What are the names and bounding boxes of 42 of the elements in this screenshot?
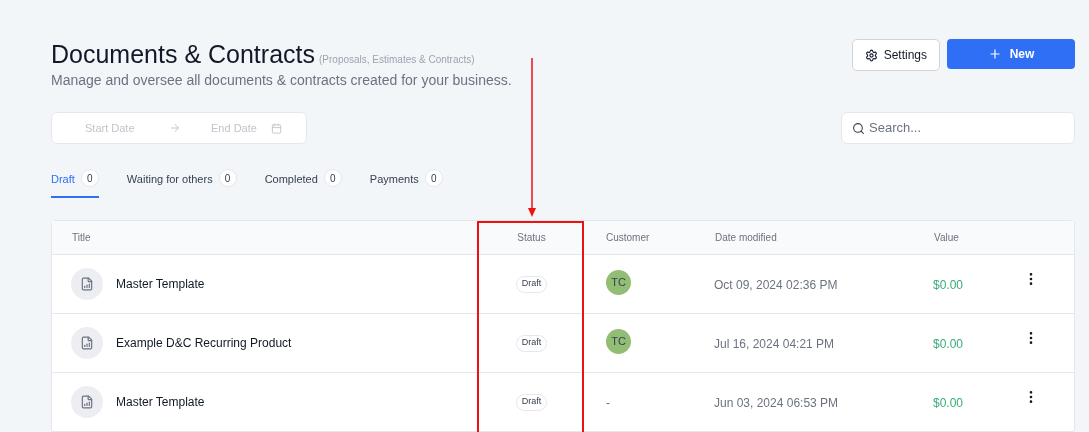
document-title[interactable]: Example D&C Recurring Product (116, 334, 292, 352)
settings-icon (864, 48, 878, 62)
search-icon (852, 121, 865, 135)
customer-avatar: TC (606, 269, 631, 295)
tab[interactable]: Waiting for others 0 (126, 171, 237, 198)
tab[interactable]: Draft 0 (51, 171, 99, 198)
tab-count: 0 (424, 169, 443, 187)
plus-icon (987, 47, 1002, 61)
date-modified: Jun 03, 2024 06:53 PM (714, 396, 839, 410)
page-description: Manage and oversee all documents & contracts created for your business. (51, 71, 512, 90)
calendar-icon (270, 122, 282, 134)
document-icon (71, 386, 103, 418)
search-input[interactable]: Search... (869, 118, 1064, 138)
document-title[interactable]: Master Template (116, 393, 205, 411)
column-header: Status (517, 232, 546, 243)
end-date-placeholder: End Date (211, 120, 257, 136)
column-header: Title (72, 232, 91, 243)
column-header: Value (934, 232, 959, 243)
document-value: $0.00 (933, 278, 964, 292)
search-field[interactable]: Search... (841, 112, 1075, 144)
column-header: Date modified (715, 232, 777, 243)
document-title[interactable]: Master Template (116, 275, 205, 293)
column-header: Customer (606, 232, 650, 243)
tab[interactable]: Payments 0 (369, 171, 443, 198)
page-title: Documents & Contracts (51, 39, 315, 70)
document-value: $0.00 (933, 396, 964, 410)
document-icon (71, 327, 103, 359)
start-date-placeholder: Start Date (85, 120, 136, 136)
customer-text: - (606, 396, 610, 410)
settings-button[interactable]: Settings (851, 39, 940, 71)
document-value: $0.00 (933, 337, 964, 351)
tab-count: 0 (80, 169, 99, 187)
arrow-right-icon (169, 122, 181, 134)
tab[interactable]: Completed 0 (264, 171, 342, 198)
document-icon (71, 268, 103, 300)
tab-count: 0 (323, 169, 342, 187)
date-modified: Oct 09, 2024 02:36 PM (714, 278, 838, 292)
page-subtitle: (Proposals, Estimates & Contracts) (319, 53, 475, 67)
tab-count: 0 (218, 169, 237, 187)
date-modified: Jul 16, 2024 04:21 PM (714, 337, 835, 351)
customer-avatar: TC (606, 328, 631, 354)
new-button[interactable]: New (947, 39, 1075, 69)
